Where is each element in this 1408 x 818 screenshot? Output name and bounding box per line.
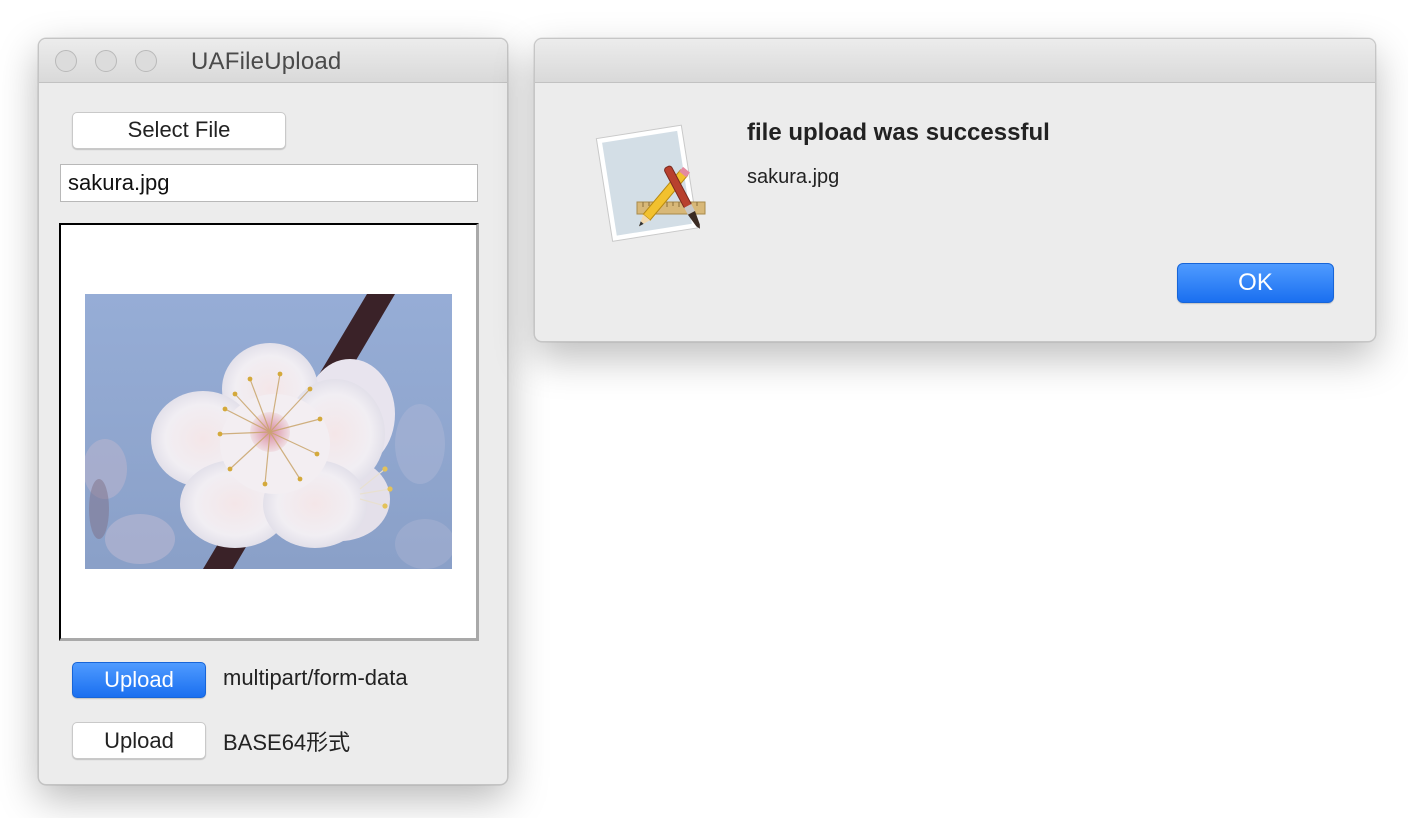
ok-button[interactable]: OK (1177, 263, 1334, 303)
upload-multipart-label: multipart/form-data (223, 665, 408, 690)
alert-title: file upload was successful (747, 119, 1050, 146)
upload-base64-button[interactable]: Upload (72, 722, 206, 759)
title-bar[interactable]: UAFileUpload (39, 39, 507, 83)
minimize-window-button[interactable] (95, 50, 117, 72)
script-editor-app-icon (595, 124, 706, 242)
close-window-button[interactable] (55, 50, 77, 72)
alert-title-bar[interactable] (535, 39, 1375, 83)
zoom-window-button[interactable] (135, 50, 157, 72)
select-file-button[interactable]: Select File (72, 112, 286, 149)
window-title: UAFileUpload (191, 48, 342, 75)
image-preview-well (59, 223, 479, 641)
preview-photo (85, 294, 452, 569)
alert-message: sakura.jpg (747, 166, 840, 188)
file-name-field[interactable]: sakura.jpg (60, 164, 478, 202)
main-window: UAFileUpload Select File sakura.jpg Uplo… (38, 38, 508, 785)
upload-multipart-button[interactable]: Upload (72, 662, 206, 698)
upload-base64-label: BASE64形式 (223, 730, 351, 755)
alert-dialog: file upload was successful sakura.jpg OK (534, 38, 1376, 342)
